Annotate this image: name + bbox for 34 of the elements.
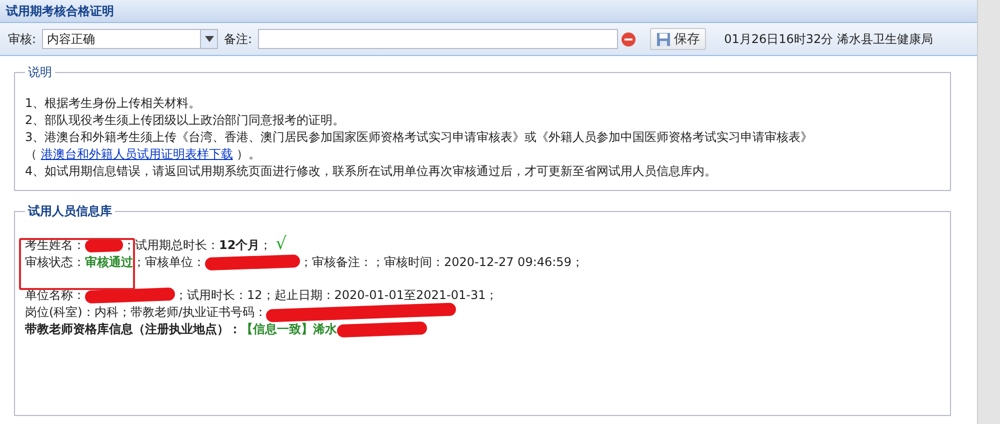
check-mark: √ <box>276 234 287 254</box>
save-button[interactable]: 保存 <box>650 28 706 50</box>
info-text: 岗位(科室)：内科；带教老师/执业证书号码： <box>25 305 266 319</box>
info-text: ； <box>260 238 272 252</box>
scrollbar[interactable] <box>977 0 1000 424</box>
info-text: 1、根据考生身份上传相关材料。 <box>25 96 201 110</box>
review-label: 审核: <box>8 30 36 48</box>
timestamp-text: 01月26日16时32分 浠水县卫生健康局 <box>724 30 933 48</box>
info-text: 考生姓名： <box>25 238 85 252</box>
info-text: ；试用时长：12；起止日期：2020-01-01至2021-01-31； <box>175 288 498 302</box>
floppy-icon <box>656 32 672 46</box>
status-text: 【信息一致】浠水 <box>241 322 337 336</box>
panel-legend: 说明 <box>25 64 55 81</box>
caret-icon <box>204 36 214 42</box>
panel-legend: 试用人员信息库 <box>25 203 115 220</box>
info-text: 2、部队现役考生须上传团级以上政治部门同意报考的证明。 <box>25 113 345 127</box>
info-text: ；审核备注：；审核时间：2020-12-27 09:46:59； <box>300 255 584 269</box>
info-text: ）。 <box>236 147 261 161</box>
window-title: 试用期考核合格证明 <box>0 0 977 23</box>
review-select[interactable]: 内容正确 <box>42 29 218 49</box>
note-field[interactable] <box>258 29 618 49</box>
status-text: 审核通过 <box>85 255 133 269</box>
info-text: 3、港澳台和外籍考生须上传《台湾、香港、澳门居民参加国家医师资格考试实习申请审核表》或《外籍人员参加中国医师资格考试实习申请审核表》 <box>25 130 813 144</box>
info-text: 12个月 <box>219 238 260 252</box>
clear-icon[interactable] <box>620 32 636 46</box>
note-label: 备注: <box>224 30 252 48</box>
info-text: 4、如试用期信息错误，请返回试用期系统页面进行修改，联系所在试用单位再次审核通过后，才可更新至省网试用人员信息库内。 <box>25 164 717 178</box>
info-text: ；审核单位： <box>133 255 205 269</box>
info-text: ；试用期总时长： <box>123 238 219 252</box>
info-text: 审核状态： <box>25 255 85 269</box>
info-text: 单位名称： <box>25 288 85 302</box>
download-link[interactable]: 港澳台和外籍人员试用证明表样下载 <box>40 147 233 161</box>
info-text: （ <box>25 147 38 161</box>
info-text: 带教老师资格库信息（注册执业地点）： <box>25 322 241 336</box>
